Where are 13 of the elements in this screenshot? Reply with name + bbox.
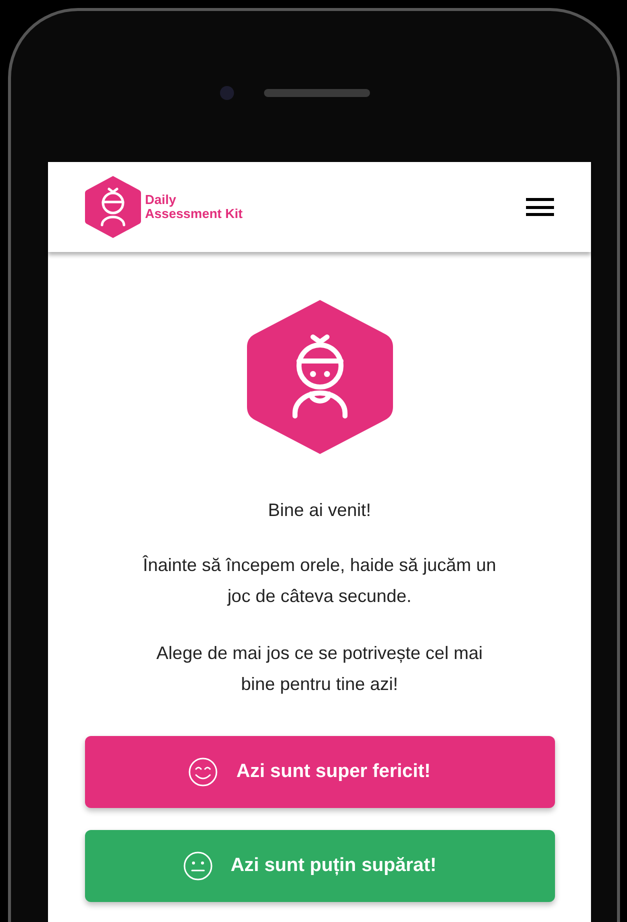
camera-icon <box>220 86 234 100</box>
logo-text: Daily <box>145 193 178 208</box>
child-avatar-icon <box>246 299 392 456</box>
neutral-face-icon <box>182 851 213 882</box>
smiling-face-icon <box>188 757 218 788</box>
welcome-title: Bine ai venit! <box>268 499 372 522</box>
menu-button[interactable] <box>526 196 554 218</box>
logo-icon <box>85 175 141 240</box>
logo-text: Assessment Kit <box>145 207 243 222</box>
mood-button[interactable]: Azi sunt puțin supărat! <box>84 830 554 902</box>
intro-paragraph: Alege de mai jos ce se potrivește cel mai bine pentru tine azi! <box>155 642 484 696</box>
mood-button[interactable]: Azi sunt super fericit! <box>84 736 554 808</box>
intro-paragraph: Înainte să începem orele, haide să jucăm un joc de câteva secunde. <box>142 554 498 608</box>
